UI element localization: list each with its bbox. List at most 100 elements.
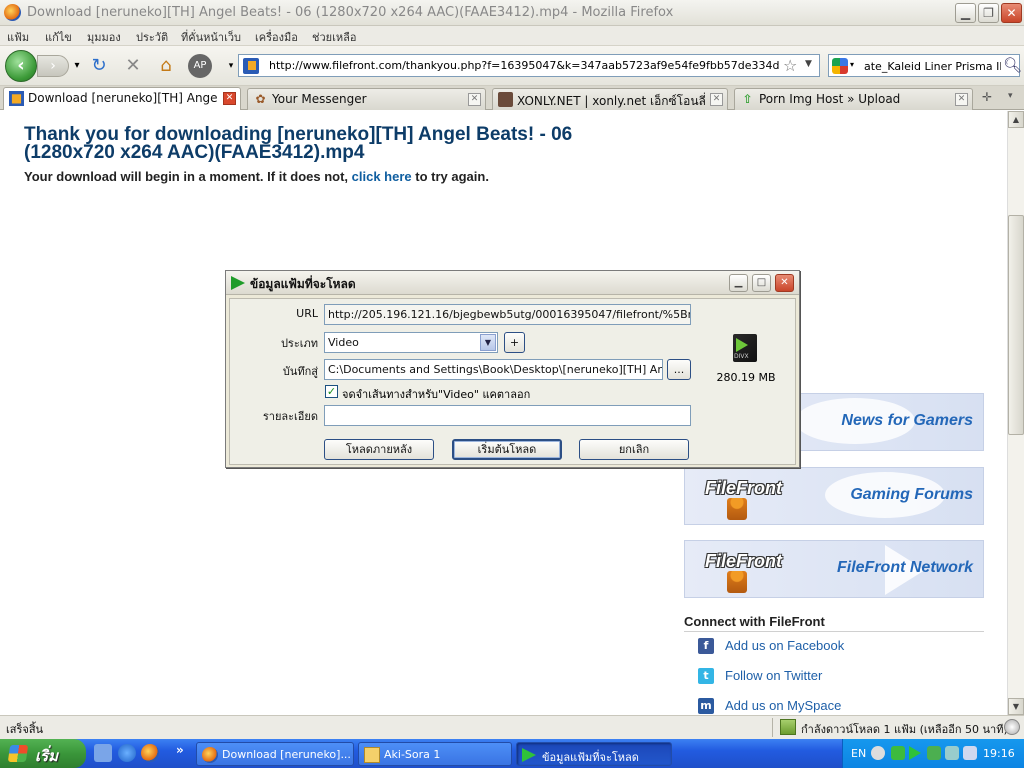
clock: 19:16 xyxy=(983,747,1015,760)
dialog-minimize-button[interactable]: ▁ xyxy=(729,274,748,292)
cancel-button[interactable]: ยกเลิก xyxy=(579,439,689,460)
dialog-close-button[interactable]: ✕ xyxy=(775,274,794,292)
url-dropdown-icon[interactable]: ▼ xyxy=(805,59,812,69)
download-status[interactable]: กำลังดาวน์โหลด 1 แฟ้ม (เหลืออีก 50 นาที) xyxy=(801,720,1008,738)
tab-bar: ■ Download [neruneko][TH] Ange... ✕ ✿ Yo… xyxy=(0,86,1024,110)
reload-icon[interactable]: ↻ xyxy=(88,56,110,78)
tab-xonly[interactable]: XONLY.NET | xonly.net เอ็กซ์โอนลี่ดอ... … xyxy=(492,88,728,110)
site-favicon-icon xyxy=(243,58,259,74)
type-select[interactable]: Video ▼ xyxy=(324,332,498,353)
system-tray: EN 19:16 xyxy=(842,739,1024,768)
filefront-logo: FileFront xyxy=(705,478,782,498)
stop-icon[interactable]: ✕ xyxy=(122,56,144,78)
close-tab-icon[interactable]: ✕ xyxy=(468,93,481,106)
download-info-dialog: ข้อมูลแฟ้มที่จะโหลด ▁ □ ✕ URL http://205… xyxy=(225,270,800,468)
menu-file[interactable]: แฟ้ม xyxy=(7,28,29,46)
search-icon[interactable]: 🔍︎ xyxy=(1003,56,1022,74)
start-button[interactable]: เริ่ม xyxy=(0,739,86,768)
twitter-label[interactable]: Follow on Twitter xyxy=(725,668,822,683)
quicklaunch-firefox-icon[interactable] xyxy=(141,744,159,762)
tray-play-icon[interactable] xyxy=(909,746,921,760)
facebook-label[interactable]: Add us on Facebook xyxy=(725,638,844,653)
description-field[interactable] xyxy=(324,405,691,426)
download-message-suffix: to try again. xyxy=(411,169,489,184)
menu-bookmarks[interactable]: ที่คั่นหน้าเว็บ xyxy=(181,28,241,46)
task-aki-sora[interactable]: Aki-Sora 1 xyxy=(358,742,512,766)
menu-tools[interactable]: เครื่องมือ xyxy=(255,28,298,46)
close-window-button[interactable]: ✕ xyxy=(1001,3,1022,23)
history-dropdown-icon[interactable]: ▾ xyxy=(66,56,88,78)
start-download-button[interactable]: เริ่มต้นโหลด xyxy=(452,439,562,460)
scroll-up-button[interactable]: ▲ xyxy=(1008,111,1024,128)
search-engine-dropdown-icon[interactable]: ▾ xyxy=(850,60,854,69)
menu-edit[interactable]: แก้ไข xyxy=(45,28,72,46)
quicklaunch-desktop-icon[interactable] xyxy=(94,744,112,762)
dialog-title: ข้อมูลแฟ้มที่จะโหลด xyxy=(250,277,356,291)
remember-path-checkbox[interactable]: ✓ xyxy=(325,385,338,398)
click-here-link[interactable]: click here xyxy=(352,169,412,184)
dialog-maximize-button[interactable]: □ xyxy=(752,274,771,292)
menu-history[interactable]: ประวัติ xyxy=(136,28,168,46)
download-message-prefix: Your download will begin in a moment. If… xyxy=(24,169,352,184)
type-select-value: Video xyxy=(328,336,359,349)
menu-view[interactable]: มุมมอง xyxy=(87,28,121,46)
tray-network-icon[interactable] xyxy=(891,746,905,760)
windows-flag-icon xyxy=(7,745,29,762)
search-input[interactable]: ate_Kaleid Liner Prisma Illya! xyxy=(864,60,1001,73)
connect-heading: Connect with FileFront xyxy=(684,614,984,632)
dialog-titlebar[interactable]: ข้อมูลแฟ้มที่จะโหลด ▁ □ ✕ xyxy=(226,271,799,295)
download-later-button[interactable]: โหลดภายหลัง xyxy=(324,439,434,460)
forward-button[interactable]: › xyxy=(37,55,69,77)
tray-misc-icon[interactable] xyxy=(963,746,977,760)
file-size: 280.19 MB xyxy=(716,371,776,384)
tab-label: Porn Img Host » Upload xyxy=(759,92,901,106)
banner-filefront-network[interactable]: FileFront FileFront Network xyxy=(684,540,984,598)
task-download-dialog[interactable]: ข้อมูลแฟ้มที่จะโหลด xyxy=(516,742,672,766)
menu-help[interactable]: ช่วยเหลือ xyxy=(312,28,356,46)
close-tab-icon[interactable]: ✕ xyxy=(710,93,723,106)
tab-download[interactable]: ■ Download [neruneko][TH] Ange... ✕ xyxy=(3,87,241,110)
scroll-thumb[interactable] xyxy=(1008,215,1024,435)
restore-button[interactable]: ❐ xyxy=(978,3,999,23)
myspace-label[interactable]: Add us on MySpace xyxy=(725,698,841,713)
addon-icon[interactable]: AP xyxy=(188,54,212,78)
quicklaunch-more-icon[interactable]: » xyxy=(176,743,184,757)
divx-file-icon xyxy=(733,334,757,362)
page-scrollbar[interactable]: ▲ ▼ xyxy=(1007,111,1024,715)
close-tab-icon[interactable]: ✕ xyxy=(955,93,968,106)
close-tab-icon[interactable]: ✕ xyxy=(223,92,236,105)
firefox-icon xyxy=(202,747,218,763)
tray-app-icon[interactable] xyxy=(927,746,941,760)
chevron-down-icon[interactable]: ▼ xyxy=(480,334,496,351)
tab-scroll-icon[interactable]: ✛ xyxy=(982,90,992,104)
url-text[interactable]: http://www.filefront.com/thankyou.php?f=… xyxy=(269,59,779,72)
add-category-button[interactable]: + xyxy=(504,332,525,353)
status-text: เสร็จสิ้น xyxy=(6,723,44,736)
banner-gaming-forums[interactable]: FileFront Gaming Forums xyxy=(684,467,984,525)
download-url-field[interactable]: http://205.196.121.16/bjegbewb5utg/00016… xyxy=(324,304,691,325)
bookmark-star-icon[interactable]: ☆ xyxy=(783,56,797,75)
twitter-icon: t xyxy=(698,668,714,684)
url-bar[interactable]: http://www.filefront.com/thankyou.php?f=… xyxy=(238,54,820,77)
download-icon[interactable] xyxy=(780,719,796,735)
page-title: Thank you for downloading [neruneko][TH]… xyxy=(24,124,573,163)
task-firefox[interactable]: Download [neruneko]... xyxy=(196,742,354,766)
back-button[interactable]: ‹ xyxy=(5,50,37,82)
search-bar[interactable]: ▾ ate_Kaleid Liner Prisma Illya! 🔍︎ xyxy=(828,54,1022,77)
tab-porn-img-host[interactable]: ⇧ Porn Img Host » Upload ✕ xyxy=(734,88,973,110)
google-icon[interactable] xyxy=(832,58,848,74)
language-indicator[interactable]: EN xyxy=(851,747,866,760)
home-icon[interactable]: ⌂ xyxy=(155,56,177,78)
tab-list-icon[interactable]: ▾ xyxy=(1008,91,1013,101)
tray-back-icon[interactable] xyxy=(871,746,885,760)
window-titlebar[interactable]: Download [neruneko][TH] Angel Beats! - 0… xyxy=(0,0,1024,26)
quicklaunch-ie-icon[interactable] xyxy=(118,744,136,762)
minimize-button[interactable]: ▁ xyxy=(955,3,976,23)
addon-status-icon[interactable] xyxy=(1004,719,1020,735)
remember-path-label: จดจำเส้นทางสำหรับ"Video" แคตาลอก xyxy=(342,388,531,401)
browse-button[interactable]: ... xyxy=(667,359,691,380)
tab-messenger[interactable]: ✿ Your Messenger ✕ xyxy=(247,88,486,110)
tray-volume-icon[interactable] xyxy=(945,746,959,760)
scroll-down-button[interactable]: ▼ xyxy=(1008,698,1024,715)
save-path-field[interactable]: C:\Documents and Settings\Book\Desktop\[… xyxy=(324,359,663,380)
